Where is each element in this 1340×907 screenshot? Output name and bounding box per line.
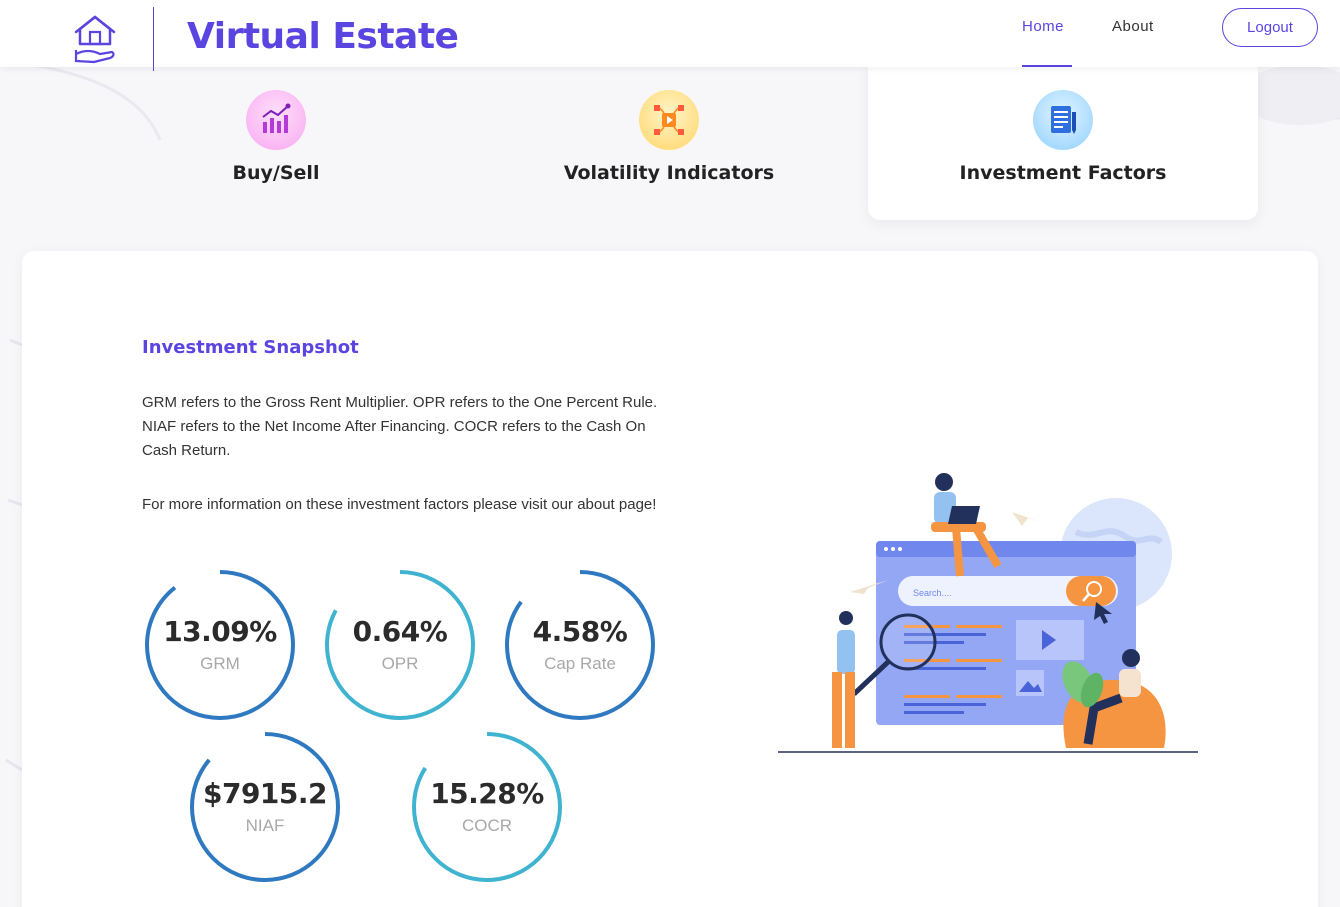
chart-icon	[246, 90, 306, 150]
metric-value: $7915.2	[202, 777, 328, 810]
metric-value: 13.09%	[163, 615, 277, 648]
tab-label: Investment Factors	[959, 162, 1167, 184]
metric-gauge-grm: 13.09% GRM	[144, 569, 296, 721]
metric-value: 15.28%	[430, 777, 544, 810]
metric-value: 4.58%	[532, 615, 628, 648]
top-navbar: Virtual Estate Home About Logout	[0, 0, 1340, 71]
snapshot-about-hint: For more information on these investment…	[142, 496, 657, 513]
search-placeholder-text: Search....	[913, 588, 952, 598]
metric-value: 0.64%	[352, 615, 448, 648]
nav-active-indicator	[1022, 65, 1072, 67]
metric-label: OPR	[381, 654, 419, 673]
logout-button[interactable]: Logout	[1222, 8, 1318, 47]
metric-gauge-cap-rate: 4.58% Cap Rate	[504, 569, 656, 721]
brand-title[interactable]: Virtual Estate	[187, 16, 459, 57]
metric-label: Cap Rate	[544, 654, 616, 673]
snapshot-title: Investment Snapshot	[142, 337, 359, 358]
document-icon	[1033, 90, 1093, 150]
tab-label: Volatility Indicators	[563, 162, 775, 184]
metric-gauge-niaf: $7915.2 NIAF	[189, 731, 341, 883]
logo-divider	[153, 7, 154, 71]
tab-investment-factors[interactable]: Investment Factors	[868, 62, 1258, 220]
metric-label: COCR	[461, 816, 513, 835]
tab-volatility-indicators[interactable]: Volatility Indicators	[474, 62, 864, 220]
metric-label: GRM	[200, 654, 240, 673]
snapshot-description: GRM refers to the Gross Rent Multiplier.…	[142, 394, 658, 459]
house-hand-logo-icon	[74, 15, 116, 64]
network-icon	[639, 90, 699, 150]
metric-label: NIAF	[245, 816, 285, 835]
search-illustration: Search....	[778, 473, 1198, 753]
nav-link-about[interactable]: About	[1112, 18, 1154, 35]
tab-buy-sell[interactable]: Buy/Sell	[81, 62, 471, 220]
metric-gauge-opr: 0.64% OPR	[324, 569, 476, 721]
nav-link-home[interactable]: Home	[1022, 18, 1064, 35]
tab-label: Buy/Sell	[232, 162, 320, 184]
metric-gauge-cocr: 15.28% COCR	[411, 731, 563, 883]
